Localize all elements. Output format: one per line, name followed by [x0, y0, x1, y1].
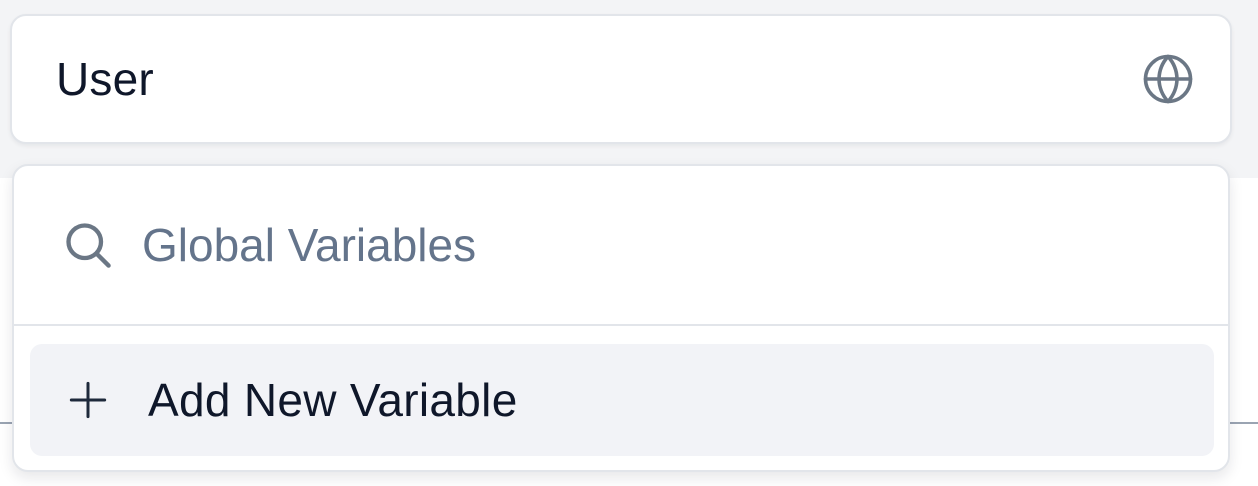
search-icon [60, 217, 116, 273]
variable-dropdown: Add New Variable [12, 164, 1230, 472]
variable-name-value: User [56, 53, 154, 105]
globe-icon[interactable] [1140, 51, 1196, 107]
add-new-variable-label: Add New Variable [148, 374, 518, 426]
plus-icon [68, 380, 108, 420]
variable-search-input[interactable] [142, 218, 1042, 272]
add-new-variable-button[interactable]: Add New Variable [30, 344, 1214, 456]
variable-name-field[interactable]: User [10, 14, 1232, 144]
dropdown-search-row [14, 166, 1228, 326]
